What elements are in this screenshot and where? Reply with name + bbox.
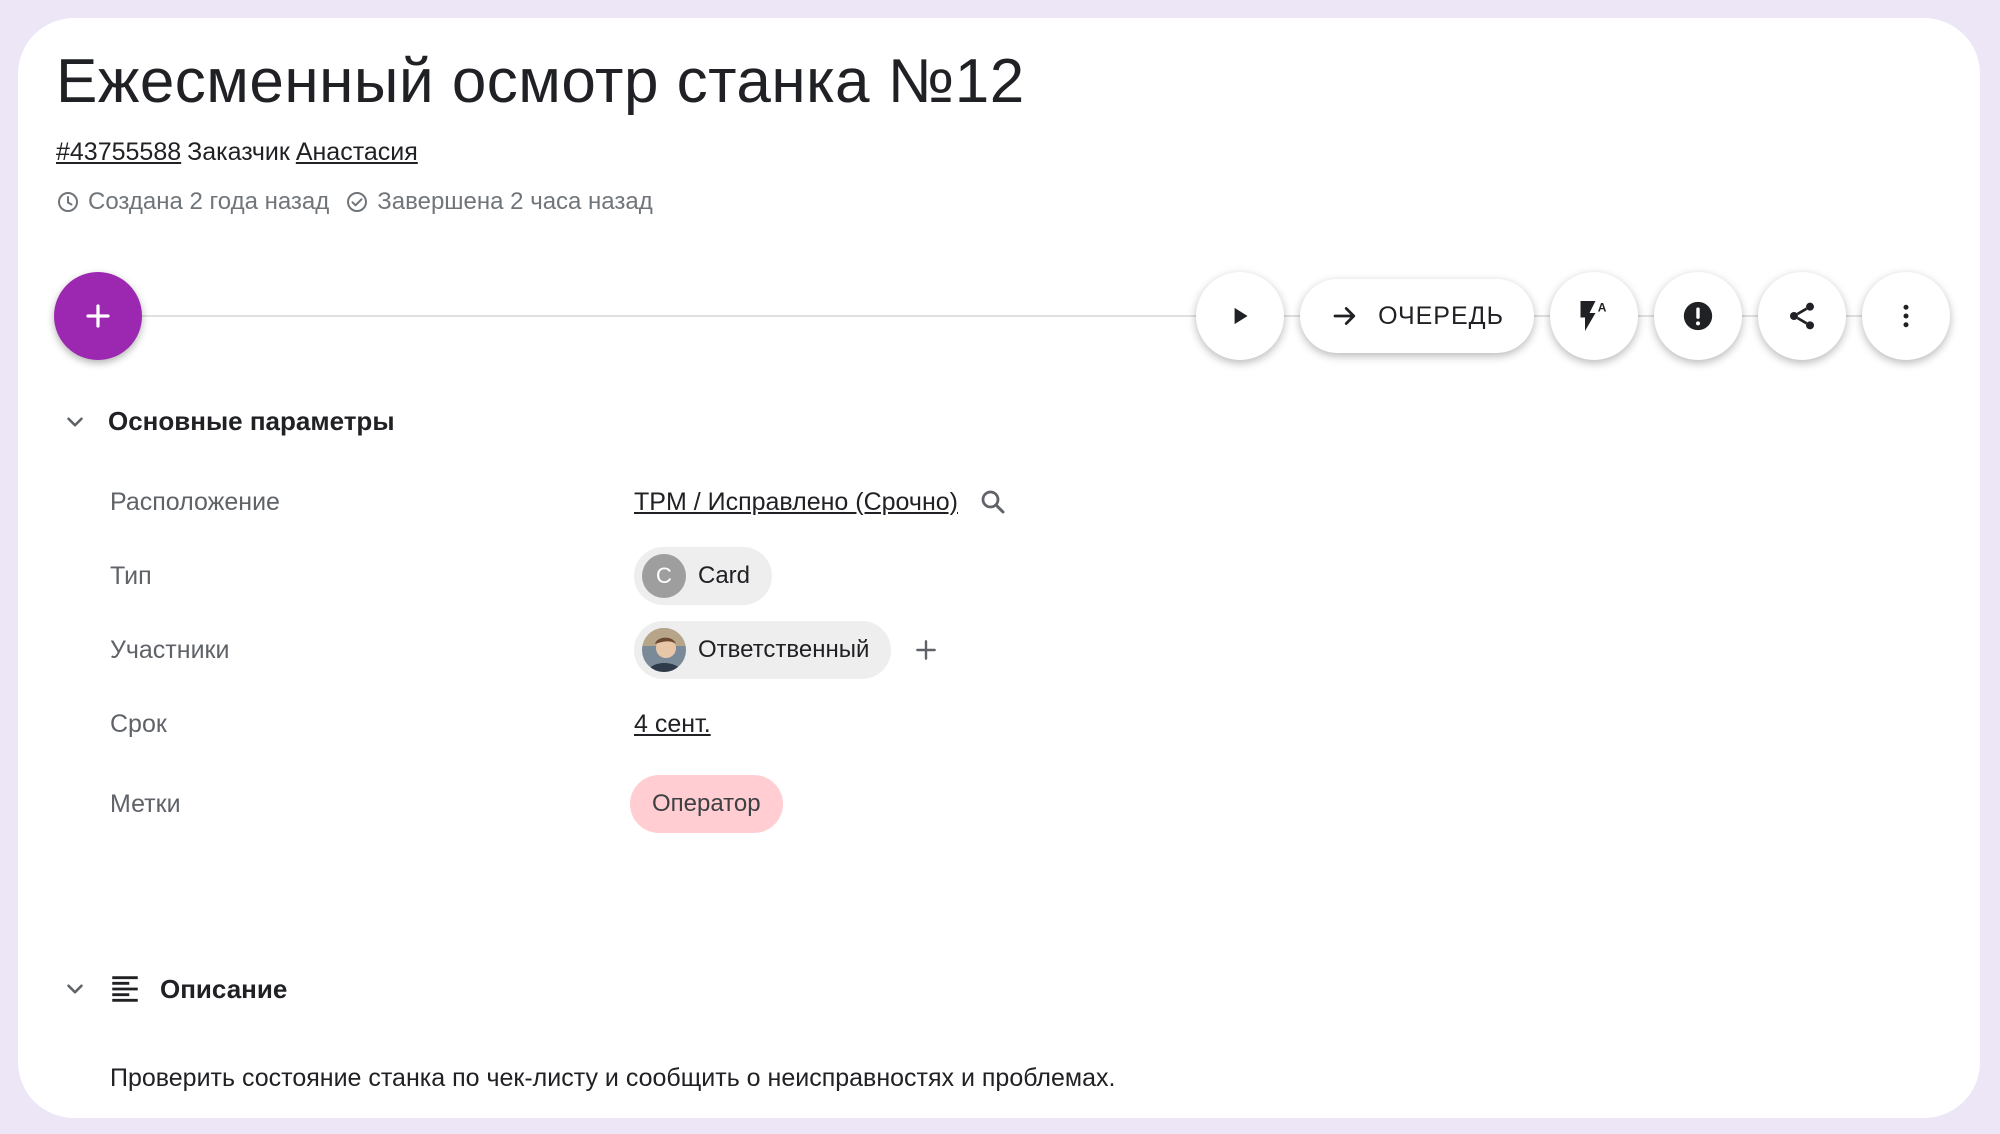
priority-button[interactable] (1654, 272, 1742, 360)
play-icon (1234, 307, 1248, 325)
share-button[interactable] (1758, 272, 1846, 360)
more-vert-icon (1903, 304, 1909, 328)
main-params-title: Основные параметры (108, 406, 395, 436)
type-chip[interactable]: C Card (634, 547, 773, 605)
created-info: Создана 2 года назад (56, 188, 329, 216)
more-button[interactable] (1862, 272, 1950, 360)
start-button[interactable] (1196, 272, 1285, 360)
avatar (642, 628, 686, 672)
location-label: Расположение (110, 487, 280, 516)
customer-label: Заказчик (187, 138, 290, 166)
queue-button[interactable]: ОЧЕРЕДЬ (1300, 279, 1534, 353)
svg-text:A: A (1598, 301, 1607, 315)
description-header[interactable]: Описание (62, 972, 287, 1006)
description-title: Описание (160, 973, 288, 1004)
description-text: Проверить состояние станка по чек-листу … (110, 1064, 1116, 1092)
participants-row: Участники Ответственный (110, 620, 1610, 680)
queue-label: ОЧЕРЕДЬ (1378, 301, 1504, 330)
location-link[interactable]: TPM / Исправлено (Срочно) (634, 488, 958, 517)
chevron-down-icon (67, 984, 83, 994)
type-value: Card (698, 562, 751, 589)
priority-icon (1683, 301, 1713, 331)
tag-chip[interactable]: Оператор (630, 775, 783, 833)
share-icon (1790, 302, 1814, 330)
due-label: Срок (110, 709, 167, 738)
participants-label: Участники (110, 635, 230, 664)
action-toolbar: ОЧЕРЕДЬ A (1196, 272, 1950, 360)
notes-icon (112, 976, 138, 1002)
customer-link[interactable]: Анастасия (296, 138, 418, 166)
check-circle-icon (347, 192, 368, 212)
add-button[interactable] (54, 272, 142, 360)
plus-icon (916, 640, 937, 660)
tags-label: Метки (110, 789, 181, 818)
page-title: Ежесменный осмотр станка №12 (56, 47, 1025, 116)
location-search-button[interactable] (978, 487, 1008, 517)
task-meta: Создана 2 года назад Завершена 2 часа на… (56, 188, 669, 216)
completed-info: Завершена 2 часа назад (345, 188, 653, 216)
clock-icon (58, 192, 78, 212)
due-date-link[interactable]: 4 сент. (634, 710, 711, 739)
automation-button[interactable]: A (1550, 272, 1638, 360)
tags-row: Метки Оператор (110, 774, 1610, 834)
plus-icon (86, 304, 110, 328)
type-label: Тип (110, 561, 152, 590)
completed-text: Завершена 2 часа назад (377, 188, 653, 215)
participant-chip[interactable]: Ответственный (634, 621, 892, 679)
type-row: Тип C Card (110, 546, 1610, 606)
created-text: Создана 2 года назад (88, 188, 330, 215)
flash-auto-icon: A (1580, 301, 1607, 331)
due-row: Срок 4 сент. (110, 694, 1610, 754)
ticket-id-link[interactable]: #43755588 (56, 138, 181, 166)
main-params-header[interactable]: Основные параметры (62, 406, 395, 437)
participant-role: Ответственный (698, 636, 870, 663)
add-participant-button[interactable] (913, 637, 939, 663)
search-icon (981, 490, 1005, 514)
task-subline: #43755588 Заказчик Анастасия (56, 138, 418, 167)
location-row: Расположение TPM / Исправлено (Срочно) (110, 472, 1610, 532)
task-card: Ежесменный осмотр станка №12 #43755588 За… (18, 18, 1980, 1118)
type-avatar: C (642, 554, 686, 598)
arrow-right-icon (1333, 307, 1356, 325)
chevron-down-icon (67, 416, 83, 427)
